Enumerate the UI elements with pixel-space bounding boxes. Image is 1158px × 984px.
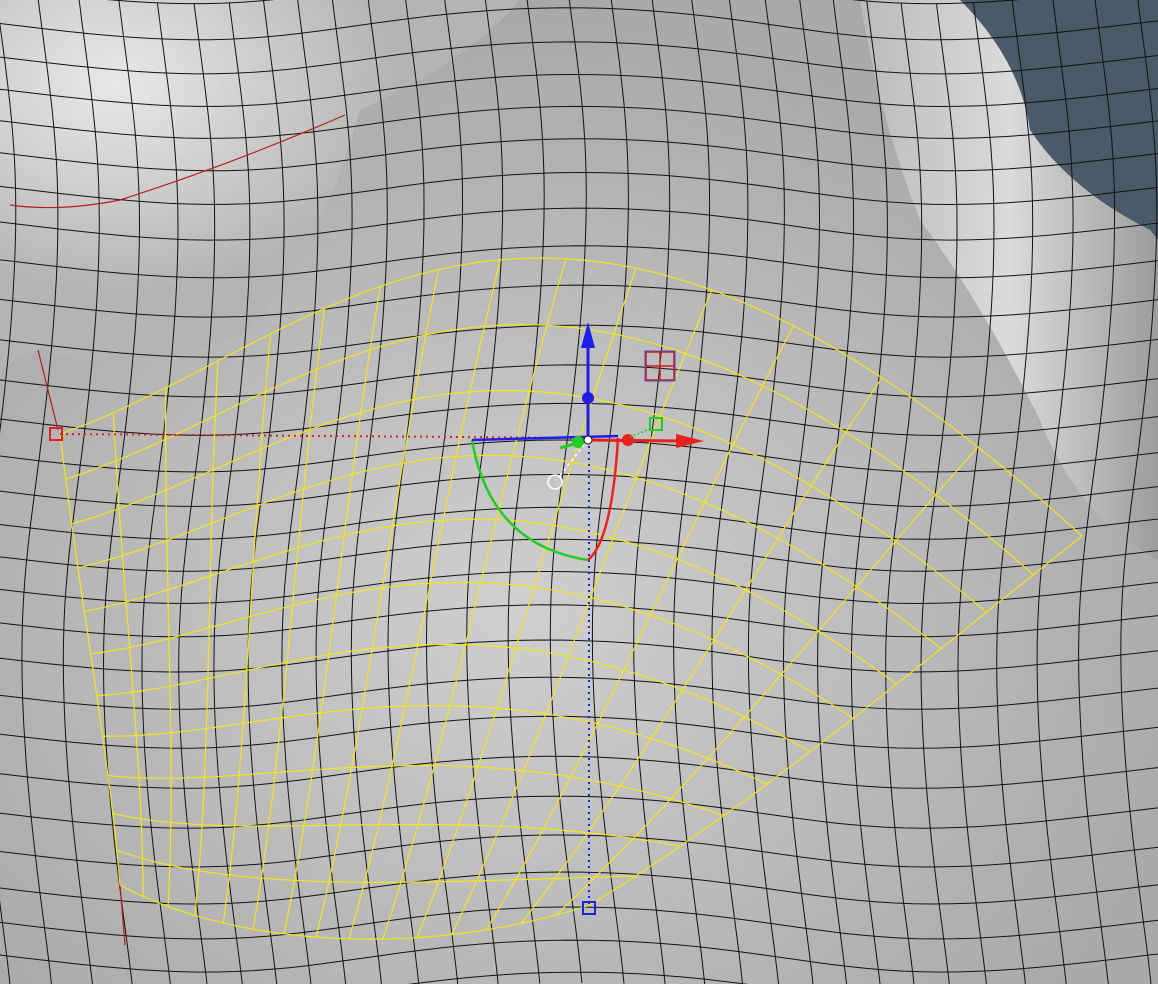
translate-x-axis[interactable] <box>589 438 683 443</box>
gizmo-center[interactable] <box>583 435 593 445</box>
viewport-canvas[interactable] <box>0 0 1158 984</box>
3d-viewport[interactable] <box>0 0 1158 984</box>
scale-z-dot[interactable] <box>582 392 594 404</box>
scale-x-dot[interactable] <box>622 434 634 446</box>
